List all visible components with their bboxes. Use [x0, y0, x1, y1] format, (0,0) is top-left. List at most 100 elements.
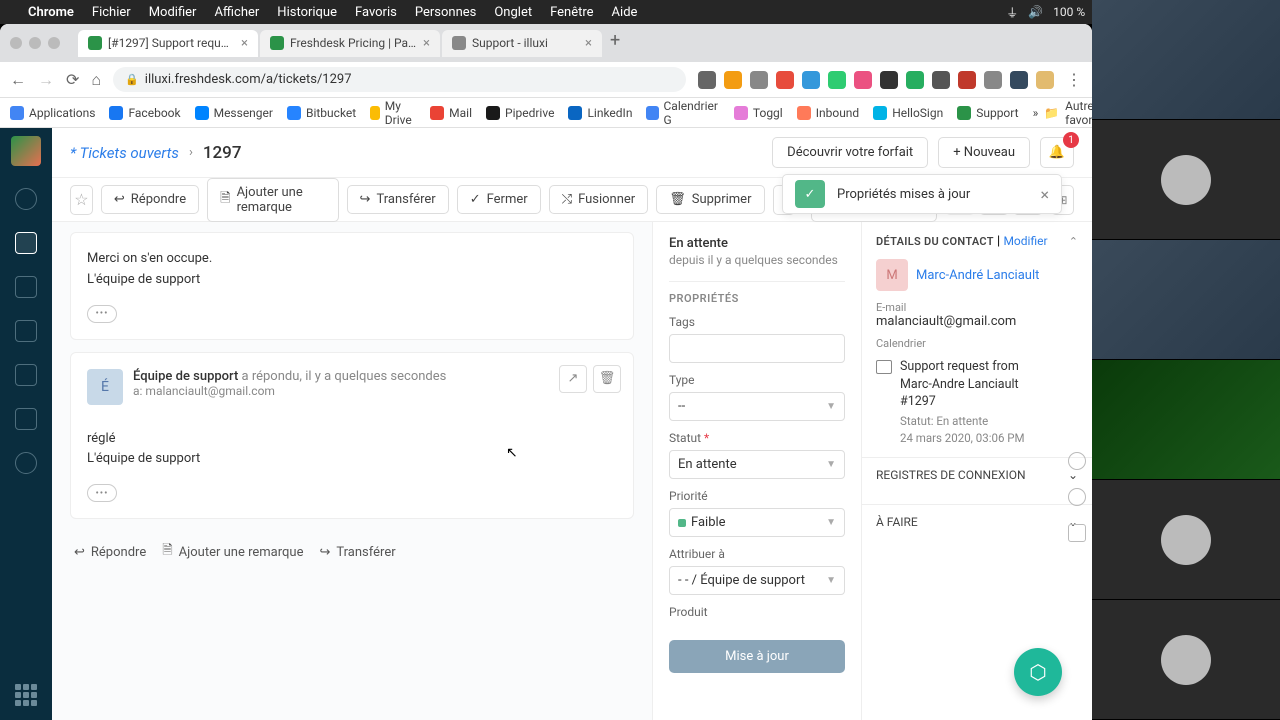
- todo-section[interactable]: À FAIRE⌄: [862, 504, 1092, 539]
- close-icon[interactable]: ×: [423, 36, 430, 51]
- product-label: Produit: [669, 605, 845, 619]
- status-select[interactable]: En attente▼: [669, 450, 845, 479]
- bookmark-item[interactable]: Calendrier G: [646, 99, 719, 127]
- type-select[interactable]: --▼: [669, 392, 845, 421]
- related-ticket[interactable]: Support request fromMarc-Andre Lanciault…: [900, 358, 1025, 411]
- reply-button[interactable]: ↩ Répondre: [101, 185, 199, 214]
- video-participant[interactable]: [1092, 600, 1280, 720]
- nav-apps-icon[interactable]: [15, 684, 37, 706]
- message-body: Merci on s'en occupe. L'équipe de suppor…: [87, 249, 617, 291]
- note-button[interactable]: 🗎 Ajouter une remarque: [162, 541, 303, 563]
- menu-history[interactable]: Historique: [277, 5, 337, 20]
- menu-people[interactable]: Personnes: [415, 5, 477, 20]
- logs-section[interactable]: REGISTRES DE CONNEXION⌄: [862, 457, 1092, 492]
- chevron-up-icon[interactable]: ⌃: [1069, 235, 1078, 248]
- video-participant[interactable]: [1092, 480, 1280, 600]
- video-participant[interactable]: [1092, 240, 1280, 360]
- browser-tab-2[interactable]: Freshdesk Pricing | Paid plans×: [260, 30, 440, 57]
- edit-link[interactable]: Modifier: [1003, 234, 1047, 248]
- bookmark-item[interactable]: My Drive: [370, 99, 416, 127]
- notifications-button[interactable]: 🔔1: [1040, 137, 1074, 168]
- bookmark-item[interactable]: Messenger: [195, 106, 273, 120]
- details-heading: DÉTAILS DU CONTACT: [876, 235, 994, 248]
- assign-select[interactable]: - - / Équipe de support▼: [669, 566, 845, 595]
- nav-contacts-icon[interactable]: [15, 276, 37, 298]
- browser-tab-1[interactable]: [#1297] Support request from×: [78, 30, 258, 57]
- reply-button[interactable]: ↩ Répondre: [74, 541, 146, 563]
- close-icon[interactable]: ×: [585, 36, 592, 51]
- nav-dashboard-icon[interactable]: [15, 188, 37, 210]
- reload-button[interactable]: ⟳: [66, 70, 79, 89]
- back-button[interactable]: ←: [10, 70, 26, 90]
- status-label: Statut: [669, 431, 701, 445]
- chevron-right-icon: ›: [189, 145, 193, 160]
- close-button[interactable]: ✓ Fermer: [457, 185, 541, 214]
- close-icon[interactable]: ×: [241, 36, 248, 51]
- nav-solutions-icon[interactable]: [15, 320, 37, 342]
- delete-button[interactable]: 🗑 Supprimer: [656, 185, 764, 214]
- close-icon[interactable]: ×: [1040, 185, 1049, 204]
- update-button[interactable]: Mise à jour: [669, 640, 845, 673]
- note-button[interactable]: 🗎 Ajouter une remarque: [207, 178, 338, 222]
- forward-button[interactable]: →: [38, 70, 54, 90]
- bookmark-item[interactable]: Mail: [430, 106, 472, 120]
- transfer-button[interactable]: ↪ Transférer: [347, 185, 449, 214]
- video-participant[interactable]: [1092, 360, 1280, 480]
- video-participant[interactable]: [1092, 120, 1280, 240]
- url-field[interactable]: 🔒illuxi.freshdesk.com/a/tickets/1297: [113, 67, 686, 92]
- chrome-window: [#1297] Support request from× Freshdesk …: [0, 24, 1092, 720]
- menu-window[interactable]: Fenêtre: [550, 5, 593, 20]
- bookmark-item[interactable]: Toggl: [734, 106, 783, 120]
- info-icon[interactable]: [1068, 452, 1086, 470]
- expand-quote-button[interactable]: •••: [87, 484, 117, 502]
- volume-icon[interactable]: 🔊: [1028, 5, 1043, 19]
- priority-select[interactable]: Faible▼: [669, 508, 845, 537]
- new-button[interactable]: + Nouveau: [938, 137, 1030, 168]
- nav-admin-icon[interactable]: [15, 408, 37, 430]
- browser-tab-3[interactable]: Support - illuxi×: [442, 30, 602, 57]
- expand-quote-button[interactable]: •••: [87, 305, 117, 323]
- bookmark-item[interactable]: Pipedrive: [486, 106, 554, 120]
- discover-button[interactable]: Découvrir votre forfait: [772, 137, 928, 168]
- calendar-icon: [876, 360, 892, 374]
- star-button[interactable]: ☆: [70, 185, 93, 215]
- merge-button[interactable]: ⤭ Fusionner: [549, 185, 649, 214]
- breadcrumb-root[interactable]: * Tickets ouverts: [70, 144, 179, 162]
- extensions[interactable]: [698, 71, 1054, 89]
- bookmark-item[interactable]: LinkedIn: [568, 106, 632, 120]
- menu-button[interactable]: ⋮: [1066, 70, 1082, 89]
- bookmark-overflow[interactable]: »: [1033, 106, 1039, 120]
- menu-bookmarks[interactable]: Favoris: [355, 5, 397, 20]
- nav-reports-icon[interactable]: [15, 364, 37, 386]
- window-controls[interactable]: [10, 37, 60, 49]
- delete-icon[interactable]: 🗑: [593, 365, 621, 393]
- bookmark-item[interactable]: Support: [957, 106, 1018, 120]
- clock-icon[interactable]: [1068, 488, 1086, 506]
- nav-settings-icon[interactable]: [15, 452, 37, 474]
- bookmark-item[interactable]: Facebook: [109, 106, 180, 120]
- bookmark-item[interactable]: Bitbucket: [287, 106, 356, 120]
- nav-tickets-icon[interactable]: [15, 232, 37, 254]
- menu-view[interactable]: Afficher: [214, 5, 259, 20]
- bookmark-item[interactable]: HelloSign: [873, 106, 943, 120]
- menu-file[interactable]: Fichier: [92, 5, 131, 20]
- video-participant[interactable]: [1092, 0, 1280, 120]
- transfer-button[interactable]: ↪ Transférer: [319, 541, 395, 563]
- forward-icon[interactable]: ↗: [559, 365, 587, 393]
- home-button[interactable]: ⌂: [91, 70, 101, 90]
- new-tab-button[interactable]: +: [604, 30, 626, 57]
- cal-icon[interactable]: [1068, 524, 1086, 542]
- contact-name[interactable]: Marc-André Lanciault: [916, 268, 1039, 283]
- bookmark-apps[interactable]: Applications: [10, 106, 95, 120]
- titlebar: [#1297] Support request from× Freshdesk …: [0, 24, 1092, 62]
- app-name[interactable]: Chrome: [28, 5, 74, 20]
- bookmark-other[interactable]: Autres favoris: [1065, 99, 1092, 127]
- menu-tab[interactable]: Onglet: [494, 5, 532, 20]
- fab-button[interactable]: ⬡: [1014, 648, 1062, 696]
- app-logo[interactable]: [11, 136, 41, 166]
- bookmark-item[interactable]: Inbound: [797, 106, 859, 120]
- menu-edit[interactable]: Modifier: [149, 5, 197, 20]
- tags-input[interactable]: [669, 334, 845, 363]
- wifi-icon[interactable]: ⏚: [1006, 4, 1018, 21]
- menu-help[interactable]: Aide: [612, 5, 638, 20]
